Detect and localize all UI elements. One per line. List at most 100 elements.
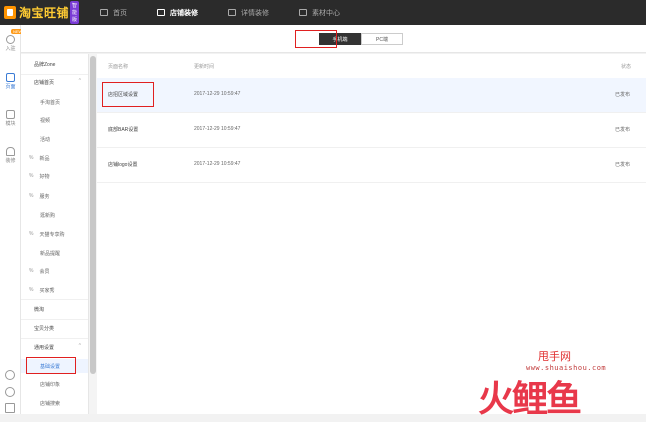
- device-toggle: 手机端 PC端: [319, 33, 403, 45]
- divider: [21, 319, 88, 320]
- bag-icon: [6, 147, 15, 156]
- sidebar-item-store-search[interactable]: 店铺搜索: [21, 396, 88, 410]
- update-time: 2017-12-29 10:59:47: [194, 91, 241, 97]
- sidebar-item-service[interactable]: % 服务: [21, 189, 88, 203]
- sidebar-item-new[interactable]: % 新品: [21, 151, 88, 165]
- tag-icon: %: [29, 231, 34, 237]
- sidebar-item-brand-zone[interactable]: 品牌Zone: [21, 57, 88, 71]
- rail-item-module[interactable]: 模块: [0, 110, 21, 127]
- update-time: 2017-12-29 10:59:47: [194, 126, 241, 132]
- scroll-thumb[interactable]: [90, 56, 96, 374]
- status-text: 已发布: [615, 127, 631, 133]
- column-header-status: 状态: [621, 64, 632, 70]
- sidebar-item-label: 微淘: [34, 306, 45, 313]
- page-icon: [6, 73, 15, 82]
- sidebar-group-store-home[interactable]: 店铺首页: [21, 75, 88, 89]
- tag-icon: %: [29, 287, 34, 293]
- sidebar-item-label: 好物: [39, 173, 50, 180]
- rail-item-decorate[interactable]: 装修: [0, 147, 21, 164]
- sidebar-item-label: 手淘首页: [40, 99, 61, 106]
- table-row[interactable]: 店招区域设置 2017-12-29 10:59:47 已发布: [97, 78, 646, 113]
- sidebar-item-store-impression[interactable]: 店铺印象: [21, 377, 88, 391]
- top-nav: 首页 店铺装修 详情装修 素材中心: [100, 0, 370, 25]
- logo-text: 淘宝旺铺: [19, 6, 70, 20]
- sidebar-item-mobile-home[interactable]: 手淘首页: [21, 95, 88, 109]
- rail-label: 页面: [5, 84, 16, 90]
- divider: [21, 299, 88, 300]
- table-row[interactable]: 店铺logo设置 2017-12-29 10:59:47 已发布: [97, 148, 646, 183]
- mobile-tab[interactable]: 手机端: [319, 33, 361, 45]
- headset-icon[interactable]: [5, 387, 15, 397]
- sidebar-item-category[interactable]: 宝贝分类: [21, 321, 88, 335]
- help-icon[interactable]: [5, 370, 15, 380]
- watermark-top-text: 甩手网: [538, 350, 571, 363]
- user-icon: [6, 35, 15, 44]
- sidebar-item-label: 天猫专享购: [39, 231, 65, 238]
- page-name[interactable]: 店招区域设置: [108, 91, 138, 98]
- sidebar-item-new-buy[interactable]: 逛新购: [21, 208, 88, 222]
- device-toggle-bar: 手机端 PC端: [21, 25, 646, 53]
- store-icon: [157, 9, 165, 16]
- sidebar-item-label: 会员: [39, 268, 50, 275]
- top-nav-label: 首页: [113, 9, 127, 17]
- rail-item-join[interactable]: 入驻: [0, 35, 21, 52]
- sidebar-item-label: 活动: [40, 136, 51, 143]
- top-bar: 淘宝旺铺 智能版 首页 店铺装修 详情装修 素材中心: [0, 0, 646, 25]
- rail-label: 装修: [5, 158, 16, 164]
- sidebar-item-tmall-exclusive[interactable]: % 天猫专享购: [21, 227, 88, 241]
- page-name[interactable]: 底部BAR设置: [108, 126, 138, 133]
- sidebar-item-new-reminder[interactable]: 新品提醒: [21, 246, 88, 260]
- left-rail: NEW 入驻 页面 模块 装修: [0, 25, 25, 414]
- sidebar-group-general-settings[interactable]: 通用设置: [21, 340, 88, 354]
- list-icon: [228, 9, 236, 16]
- sidebar: 品牌Zone 店铺首页 手淘首页 视频 活动 % 新品 % 好物 % 服务 逛新购 %…: [21, 54, 89, 414]
- version-badge: 智能版: [70, 1, 80, 24]
- top-nav-label: 素材中心: [312, 9, 340, 17]
- column-header-name: 页面名称: [108, 64, 129, 70]
- update-time: 2017-12-29 10:59:47: [194, 161, 241, 167]
- sidebar-item-member[interactable]: % 会员: [21, 264, 88, 278]
- app-logo[interactable]: 淘宝旺铺 智能版: [4, 1, 80, 24]
- top-nav-store-decoration[interactable]: 店铺装修: [157, 0, 198, 25]
- rail-label: 模块: [5, 121, 16, 127]
- divider: [21, 338, 88, 339]
- home-icon: [100, 9, 108, 16]
- sidebar-item-label: 新品: [39, 155, 50, 162]
- sidebar-item-video[interactable]: 视频: [21, 113, 88, 127]
- top-nav-material-center[interactable]: 素材中心: [299, 0, 340, 25]
- tag-icon: %: [29, 173, 34, 179]
- sidebar-scrollbar[interactable]: [89, 54, 97, 414]
- sidebar-item-activity[interactable]: 活动: [21, 132, 88, 146]
- sidebar-item-label: 视频: [40, 117, 51, 124]
- top-nav-detail-decoration[interactable]: 详情装修: [228, 0, 269, 25]
- tag-icon: %: [29, 268, 34, 274]
- status-text: 已发布: [615, 92, 631, 98]
- sidebar-item-label: 通用设置: [34, 344, 55, 351]
- sidebar-item-label: 买家秀: [39, 287, 55, 294]
- rail-item-page[interactable]: 页面: [0, 73, 21, 90]
- top-nav-home[interactable]: 首页: [100, 0, 127, 25]
- column-header-updated: 更新时间: [194, 64, 215, 70]
- pc-tab[interactable]: PC端: [361, 33, 403, 45]
- table-row[interactable]: 底部BAR设置 2017-12-29 10:59:47 已发布: [97, 113, 646, 148]
- sidebar-item-label: 店铺搜索: [40, 400, 61, 407]
- sidebar-item-label: 品牌Zone: [34, 61, 56, 68]
- top-nav-label: 店铺装修: [170, 9, 198, 17]
- taobao-logo-icon: [4, 6, 16, 19]
- top-nav-label: 详情装修: [241, 9, 269, 17]
- sidebar-item-label: 基础设置: [40, 363, 61, 370]
- tag-icon: %: [29, 155, 34, 161]
- sidebar-item-label: 新品提醒: [40, 250, 61, 257]
- watermark: 甩手网 www.shuaishou.com 火鲤鱼: [478, 348, 638, 420]
- sidebar-item-goods[interactable]: % 好物: [21, 169, 88, 183]
- sidebar-item-label: 店铺首页: [34, 79, 55, 86]
- status-text: 已发布: [615, 162, 631, 168]
- edit-icon[interactable]: [5, 403, 15, 413]
- sidebar-item-basic-settings[interactable]: 基础设置: [21, 359, 88, 373]
- page-name[interactable]: 店铺logo设置: [108, 161, 137, 168]
- watermark-logo-text: 火鲤鱼: [478, 379, 582, 420]
- sidebar-item-buyer-show[interactable]: % 买家秀: [21, 283, 88, 297]
- sidebar-item-weitao[interactable]: 微淘: [21, 302, 88, 316]
- folder-icon: [299, 9, 307, 16]
- sidebar-item-label: 服务: [39, 193, 50, 200]
